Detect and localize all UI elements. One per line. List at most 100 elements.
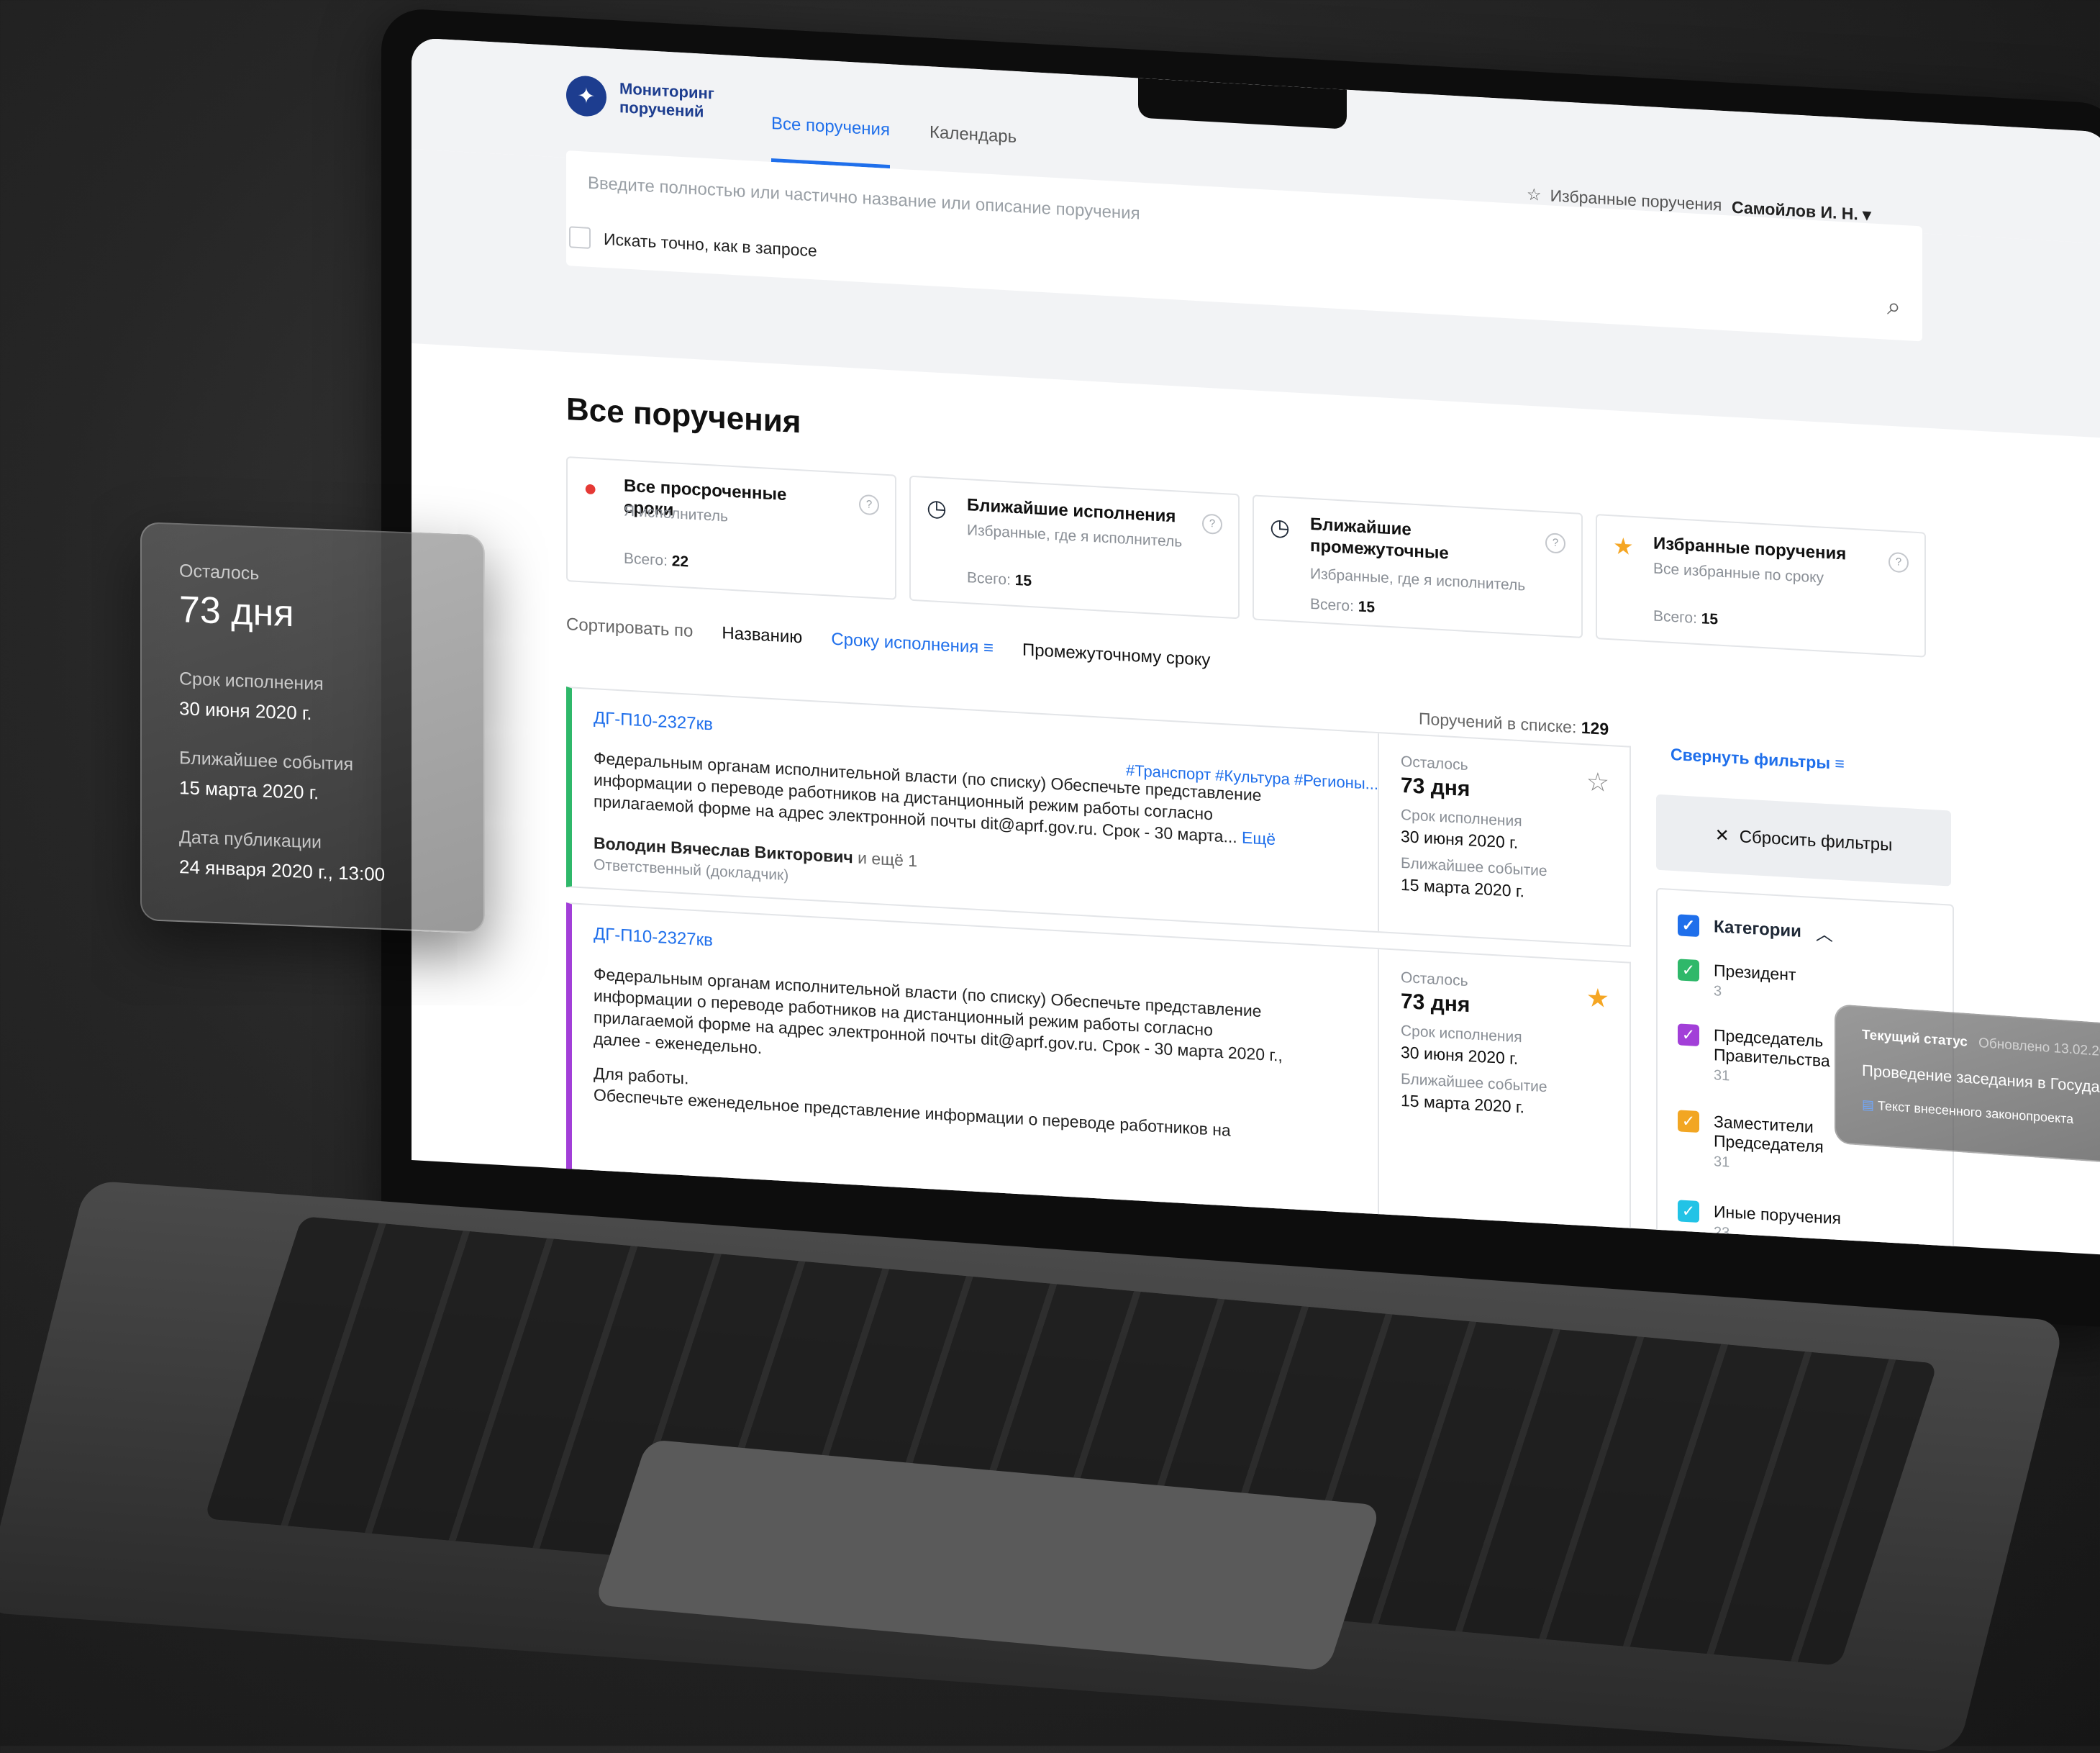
- card-count-value: 15: [1358, 598, 1376, 616]
- card-count: Всего: 15: [1653, 607, 1718, 628]
- logo[interactable]: ✦ Мониторинг поручений: [566, 75, 727, 124]
- search-icon[interactable]: ⌕: [1887, 293, 1901, 322]
- star-icon: ★: [1613, 533, 1634, 560]
- status-doc[interactable]: ▤ Текст внесенного законопроекта: [1862, 1097, 2073, 1128]
- card-nearest[interactable]: ◷ Ближайшие исполнения Избранные, где я …: [909, 475, 1240, 620]
- sort-by-deadline[interactable]: Сроку исполнения ≡: [831, 630, 994, 659]
- chevron-up-icon: ︿: [1815, 925, 1833, 946]
- floating-deadline-card: Осталось 73 дня Срок исполнения 30 июня …: [140, 522, 485, 934]
- event-value: 15 марта 2020 г.: [179, 776, 319, 804]
- sort-bar: Сортировать по Названию Сроку исполнения…: [566, 615, 1210, 671]
- page-title: Все поручения: [566, 391, 801, 440]
- filter-header-label: Категории: [1714, 916, 1801, 941]
- emblem-icon: ✦: [566, 75, 606, 118]
- published-label: Дата публикации: [179, 827, 322, 853]
- filter-item-chairman[interactable]: ✓ Председатель Правительства 31: [1678, 1023, 1858, 1092]
- sort-label: Сортировать по: [566, 615, 694, 641]
- card-count-value: 15: [1701, 610, 1719, 628]
- card-subtitle: Избранные, где я исполнитель: [1310, 565, 1526, 594]
- status-text: Проведение заседания в Государ: [1862, 1061, 2100, 1097]
- card-count-value: 15: [1014, 571, 1032, 590]
- deadline-value: 30 июня 2020 г.: [179, 697, 312, 725]
- card-intermediate[interactable]: ◷ Ближайшие промежуточные Избранные, где…: [1253, 494, 1583, 639]
- published-value: 24 января 2020 г., 13:00: [179, 856, 386, 886]
- sort-by-name[interactable]: Названию: [722, 623, 802, 648]
- star-outline-icon[interactable]: ☆: [1586, 766, 1609, 798]
- filter-label: Иные поручения: [1714, 1202, 1842, 1228]
- star-filled-icon[interactable]: ★: [1586, 982, 1609, 1014]
- sort-direction-icon: ≡: [983, 638, 994, 658]
- sort-by-deadline-label: Сроку исполнения: [831, 629, 979, 658]
- remaining-label: Осталось: [179, 561, 260, 584]
- card-count-label: Всего:: [1310, 595, 1354, 615]
- checkbox-checked-icon[interactable]: ✓: [1678, 913, 1699, 937]
- help-icon[interactable]: ?: [859, 494, 879, 516]
- filter-item-president[interactable]: ✓ Президент 3: [1678, 959, 1796, 1004]
- sort-by-intermediate[interactable]: Промежуточному сроку: [1022, 640, 1210, 671]
- star-outline-icon: ☆: [1527, 184, 1542, 204]
- card-count-label: Всего:: [967, 569, 1011, 589]
- close-icon: ✕: [1714, 825, 1729, 846]
- deadline-label: Срок исполнения: [179, 669, 324, 694]
- exact-search-label: Искать точно, как в запросе: [604, 229, 817, 261]
- tab-calendar[interactable]: Календарь: [929, 122, 1017, 148]
- card-count-label: Всего:: [624, 550, 668, 569]
- checkbox-checked-icon[interactable]: ✓: [1678, 1200, 1699, 1223]
- checkbox-checked-icon[interactable]: ✓: [1678, 1023, 1699, 1047]
- reset-filters-button[interactable]: ✕ Сбросить фильтры: [1656, 794, 1951, 887]
- list-count-value: 129: [1581, 717, 1609, 739]
- clock-icon: ◷: [1270, 513, 1290, 541]
- tab-all-orders[interactable]: Все поручения: [771, 114, 890, 140]
- collapse-filters-button[interactable]: Свернуть фильтры ≡: [1671, 745, 1845, 774]
- status-card: Текущий статус Обновлено 13.02.20 Провед…: [1835, 1004, 2100, 1165]
- status-doc-label: Текст внесенного законопроекта: [1878, 1098, 2074, 1127]
- filter-label: Председатель Правительства: [1714, 1025, 1830, 1071]
- status-updated: Обновлено 13.02.20: [1978, 1035, 2100, 1060]
- card-count: Всего: 22: [624, 550, 688, 571]
- clock-icon: ◷: [927, 494, 947, 522]
- checkbox-checked-icon[interactable]: ✓: [1678, 959, 1699, 982]
- order-code-link[interactable]: ДГ-П10-2327кв: [594, 924, 713, 951]
- filter-icon: ≡: [1835, 753, 1845, 774]
- filter-count: 3: [1714, 983, 1722, 1000]
- filter-label: Заместители Председателя: [1714, 1112, 1824, 1156]
- search-input[interactable]: Введите полностью или частично название …: [588, 173, 1140, 225]
- red-clock-icon: ●: [583, 474, 598, 502]
- filter-label: Президент: [1714, 961, 1796, 984]
- remaining-value: 73 дня: [179, 589, 294, 635]
- order-text: Федеральным органам исполнительной власт…: [594, 747, 1313, 852]
- card-overdue[interactable]: ● Все просроченные сроки Я исполнитель В…: [566, 456, 896, 600]
- help-icon[interactable]: ?: [1202, 513, 1222, 535]
- filter-item-text: Президент 3: [1714, 961, 1796, 1004]
- reset-filters-label: Сбросить фильтры: [1739, 826, 1893, 855]
- logo-text: Мониторинг поручений: [619, 79, 727, 122]
- collapse-filters-label: Свернуть фильтры: [1671, 744, 1830, 773]
- help-icon[interactable]: ?: [1888, 551, 1909, 574]
- exact-search-checkbox[interactable]: Искать точно, как в запросе: [569, 226, 817, 261]
- order-code-link[interactable]: ДГ-П10-2327кв: [594, 708, 713, 735]
- list-count: Поручений в списке: 129: [1419, 709, 1609, 739]
- more-link[interactable]: Ещё: [1242, 828, 1276, 849]
- order-meta: Осталось 73 дня Срок исполнения 30 июня …: [1378, 733, 1631, 946]
- card-count-value: 22: [671, 553, 689, 571]
- card-count: Всего: 15: [1310, 596, 1375, 617]
- order-meta: Осталось 73 дня Срок исполнения 30 июня …: [1378, 949, 1631, 1251]
- card-count-label: Всего:: [1653, 607, 1697, 627]
- filter-item-deputies[interactable]: ✓ Заместители Председателя 31: [1678, 1110, 1858, 1178]
- list-count-label: Поручений в списке:: [1419, 709, 1577, 737]
- status-header: Текущий статус Обновлено 13.02.20: [1862, 1028, 2100, 1061]
- card-favorites[interactable]: ★ Избранные поручения Все избранные по с…: [1596, 514, 1926, 658]
- status-title: Текущий статус: [1862, 1027, 1968, 1050]
- filter-count: 31: [1714, 1154, 1730, 1171]
- filter-category-header[interactable]: ✓ Категории ︿: [1678, 912, 1833, 946]
- event-label: Ближайшее события: [179, 748, 354, 775]
- document-icon: ▤: [1862, 1097, 1875, 1113]
- checkbox[interactable]: [569, 226, 591, 249]
- card-title: Ближайшие промежуточные: [1310, 514, 1449, 563]
- chevron-down-icon: ▾: [1863, 204, 1871, 225]
- checkbox-checked-icon[interactable]: ✓: [1678, 1110, 1699, 1133]
- order-text: Федеральным органам исполнительной власт…: [594, 963, 1313, 1146]
- help-icon[interactable]: ?: [1545, 533, 1565, 554]
- person-extra[interactable]: и ещё 1: [858, 848, 917, 871]
- card-count: Всего: 15: [967, 569, 1032, 590]
